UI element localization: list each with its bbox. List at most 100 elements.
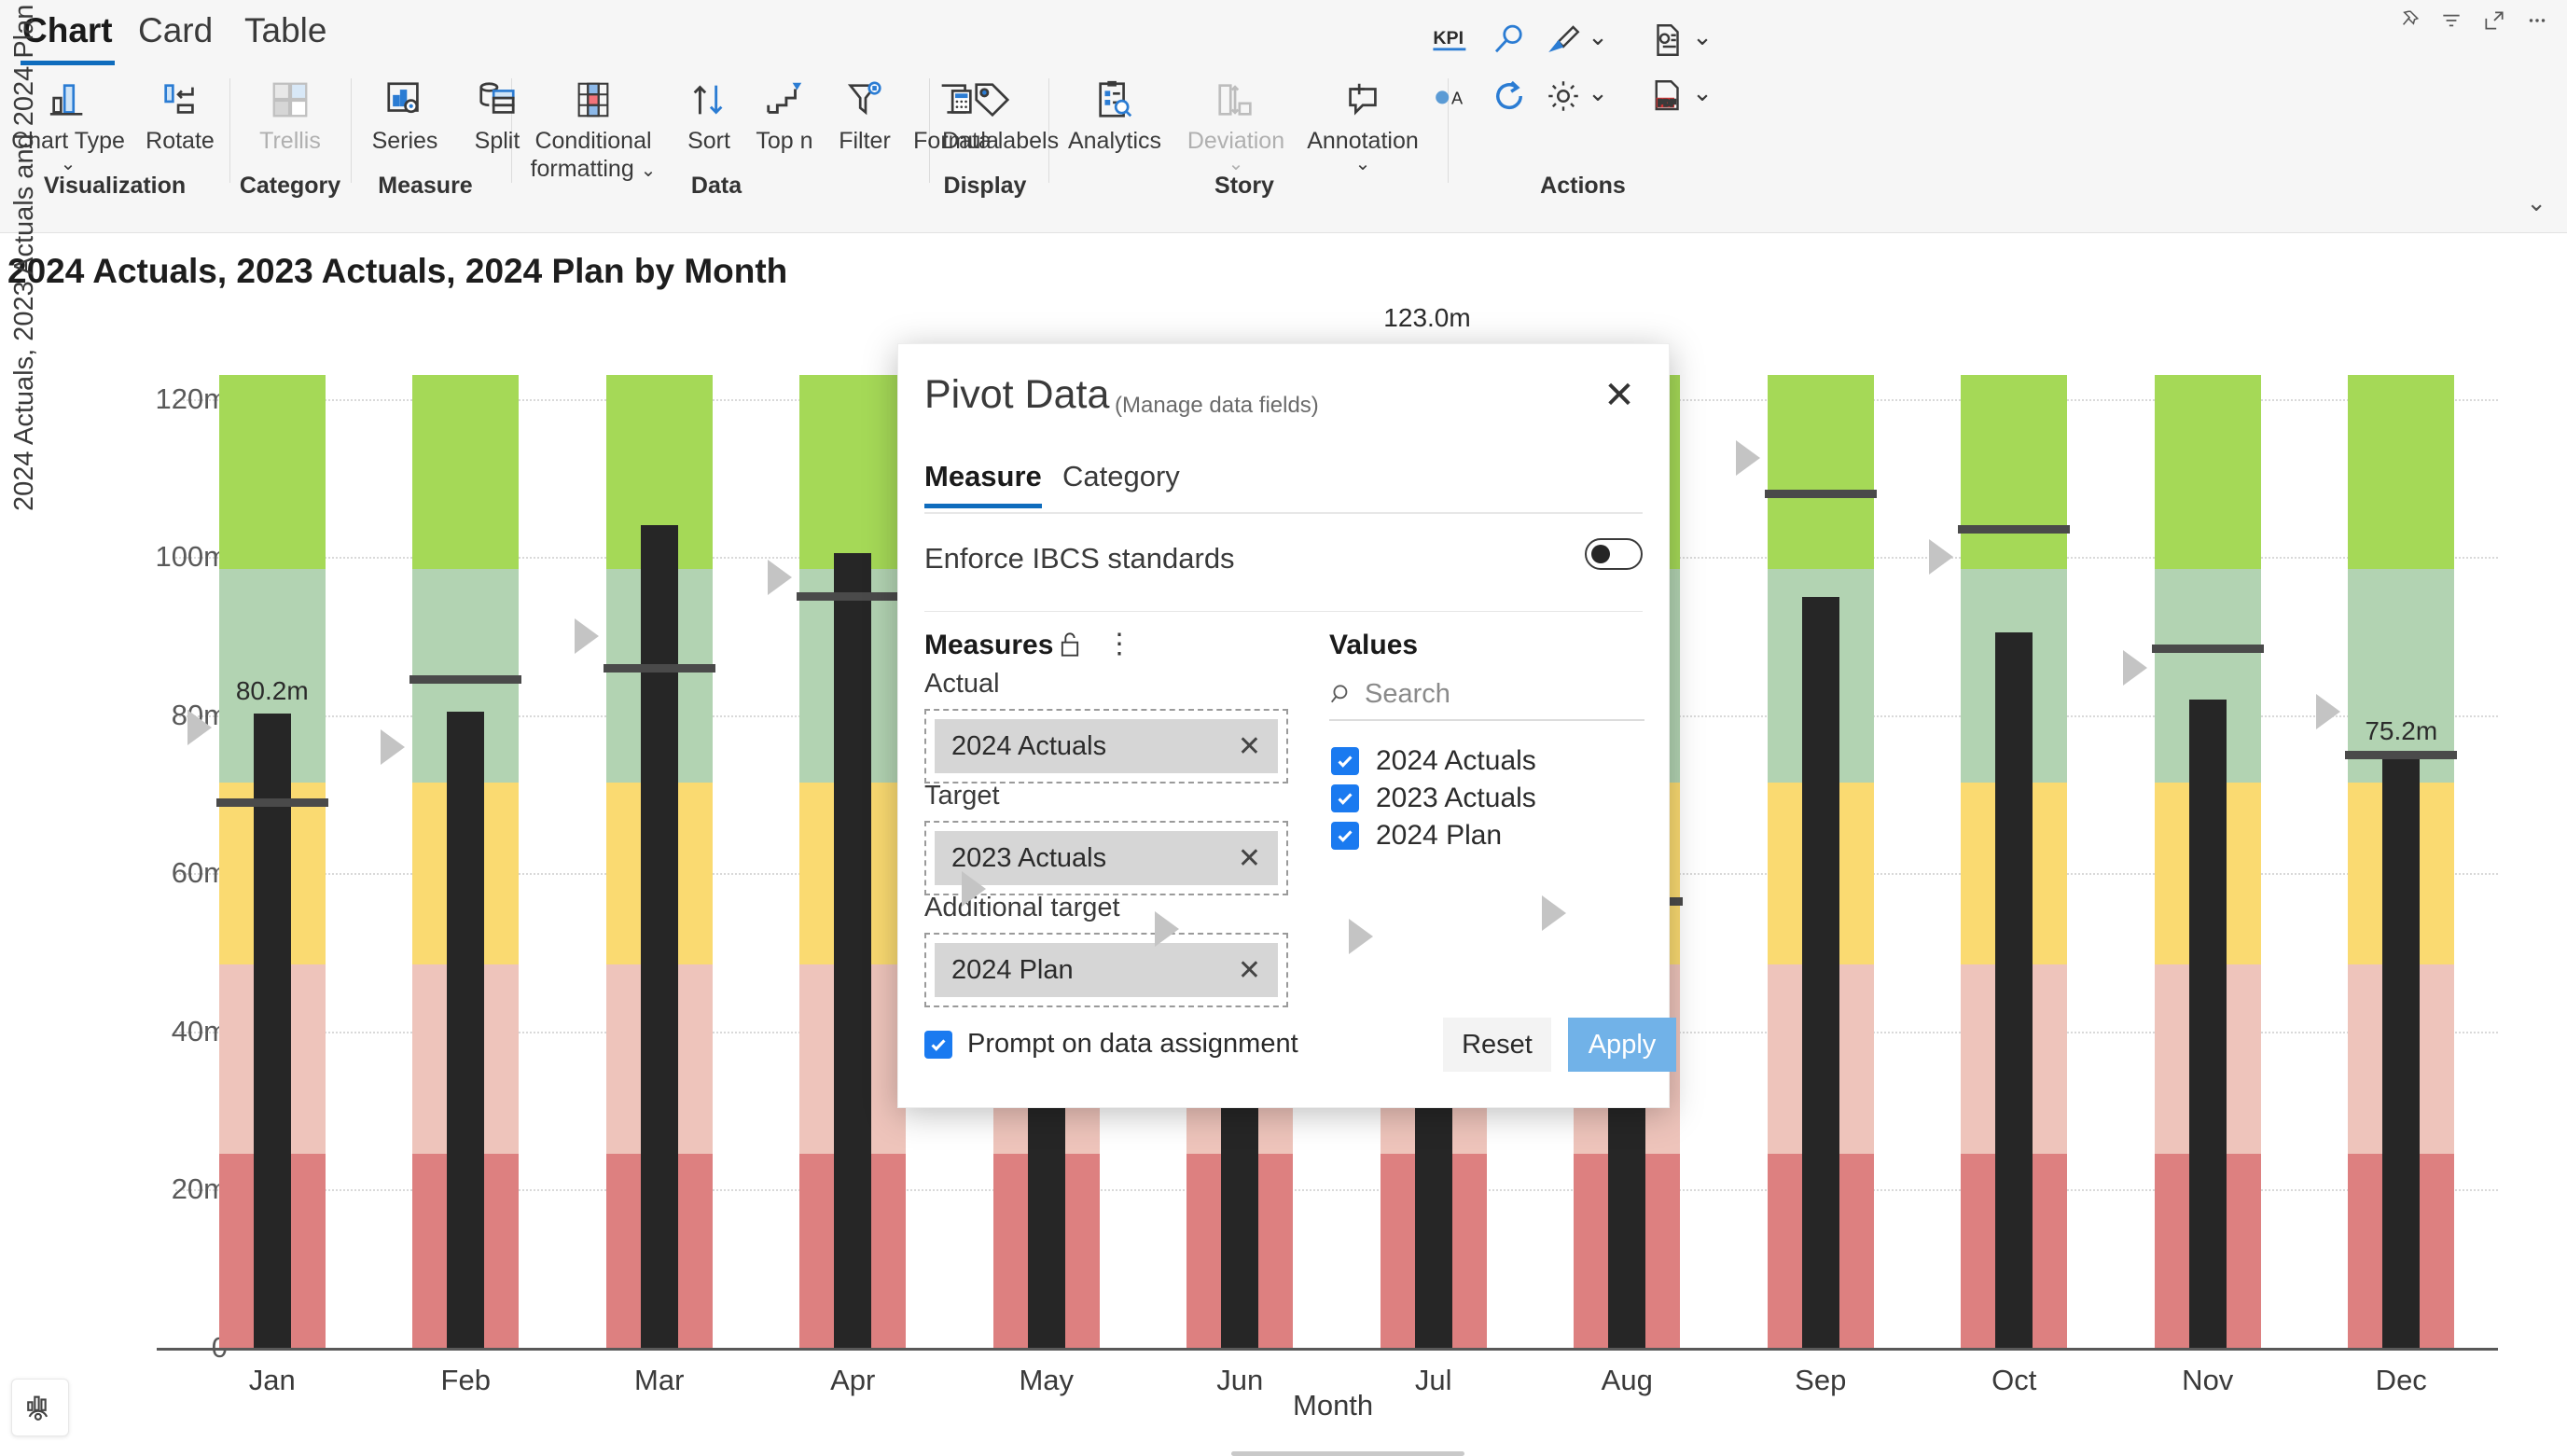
autotext-icon[interactable]: A: [1425, 73, 1478, 119]
additional-target-marker[interactable]: [1929, 539, 1954, 575]
chevron-down-icon[interactable]: ⌄: [1173, 155, 1298, 173]
band-green: [1961, 375, 2068, 570]
chart-column-sep[interactable]: [1764, 336, 1877, 1348]
kpi-icon[interactable]: KPI: [1425, 17, 1478, 63]
format-brush-icon[interactable]: [1537, 17, 1589, 63]
chart-column-jan[interactable]: [215, 336, 328, 1348]
chart-column-dec[interactable]: [2345, 336, 2458, 1348]
target-line[interactable]: [1764, 490, 1877, 499]
filter-lines-icon[interactable]: [2431, 2, 2472, 39]
additional-target-marker[interactable]: [961, 871, 986, 908]
target-line[interactable]: [2345, 751, 2458, 760]
additional-target-marker[interactable]: [187, 709, 212, 745]
dialog-tab-category[interactable]: Category: [1062, 460, 1180, 506]
doc-settings-icon[interactable]: [1642, 17, 1694, 63]
field-chip[interactable]: 2024 Plan ✕: [935, 943, 1278, 997]
target-line[interactable]: [2151, 644, 2264, 653]
chart-column-mar[interactable]: [603, 336, 715, 1348]
actual-bar[interactable]: [253, 714, 291, 1348]
series-button[interactable]: Series: [356, 73, 453, 155]
additional-target-marker[interactable]: [768, 559, 793, 595]
chevron-down-icon[interactable]: ⌄: [1297, 155, 1429, 173]
more-vertical-icon[interactable]: ⋮: [1105, 628, 1133, 660]
actual-bar[interactable]: [2382, 753, 2421, 1348]
actual-bar[interactable]: [1801, 596, 1839, 1348]
additional-target-marker[interactable]: [1348, 919, 1373, 955]
prompt-checkbox[interactable]: [924, 1030, 952, 1059]
dialog-tab-measure[interactable]: Measure: [924, 460, 1042, 508]
target-line[interactable]: [215, 797, 328, 807]
chevron-down-icon[interactable]: ⌄: [1584, 22, 1612, 51]
additional-target-marker[interactable]: [1542, 894, 1567, 931]
pdf-export-icon[interactable]: PDF: [1642, 73, 1694, 119]
target-line[interactable]: [1958, 525, 2071, 534]
field-dropzone[interactable]: 2024 Plan ✕: [924, 933, 1288, 1007]
chart-column-feb[interactable]: [409, 336, 522, 1348]
additional-target-marker[interactable]: [2316, 693, 2341, 729]
ribbon-group-label: Measure: [378, 173, 473, 199]
chevron-down-icon[interactable]: ⌄: [641, 160, 657, 181]
field-chip-label: 2023 Actuals: [951, 842, 1107, 873]
value-checkbox[interactable]: [1331, 747, 1359, 775]
ribbon-group-label: Display: [943, 173, 1027, 199]
target-line[interactable]: [603, 663, 715, 673]
search-icon: [1330, 685, 1348, 703]
apply-button[interactable]: Apply: [1568, 1018, 1676, 1072]
value-item[interactable]: 2024 Plan: [1331, 814, 1502, 857]
chart-column-nov[interactable]: [2151, 336, 2264, 1348]
actual-bar[interactable]: [834, 553, 872, 1348]
target-line[interactable]: [797, 592, 909, 602]
remove-field-icon[interactable]: ✕: [1238, 730, 1261, 763]
search-icon[interactable]: [1483, 17, 1535, 63]
rotate-button[interactable]: Rotate: [131, 73, 229, 155]
conditional-formatting-button[interactable]: Conditional formatting ⌄: [509, 73, 677, 185]
field-chip[interactable]: 2024 Actuals ✕: [935, 719, 1278, 773]
additional-target-marker[interactable]: [381, 728, 406, 765]
value-checkbox[interactable]: [1331, 784, 1359, 812]
enforce-ibcs-toggle[interactable]: [1585, 538, 1643, 570]
value-checkbox[interactable]: [1331, 822, 1359, 850]
top-n-button[interactable]: Top n: [744, 73, 825, 155]
data-labels-button[interactable]: Data labels: [942, 73, 1059, 155]
actual-bar[interactable]: [1995, 631, 2033, 1348]
refresh-icon[interactable]: [1483, 73, 1535, 119]
close-icon[interactable]: ✕: [1594, 370, 1644, 421]
chart-insight-icon[interactable]: [11, 1379, 69, 1436]
chart-column-oct[interactable]: [1958, 336, 2071, 1348]
unlock-icon[interactable]: [1057, 630, 1083, 664]
tab-table[interactable]: Table: [235, 7, 336, 54]
field-dropzone[interactable]: 2024 Actuals ✕: [924, 709, 1288, 783]
chevron-down-icon[interactable]: ⌄: [1584, 78, 1612, 107]
additional-target-marker[interactable]: [1735, 440, 1760, 477]
values-header: Values: [1329, 630, 1419, 660]
analytics-button[interactable]: Analytics: [1054, 73, 1175, 155]
pin-icon[interactable]: [2388, 2, 2429, 39]
horizontal-scrollbar[interactable]: [1231, 1451, 1464, 1456]
chart-column-apr[interactable]: [797, 336, 909, 1348]
target-line[interactable]: [409, 675, 522, 685]
search-input[interactable]: Search: [1329, 669, 1644, 721]
chevron-down-icon[interactable]: ⌄: [1688, 78, 1716, 107]
reset-button[interactable]: Reset: [1443, 1018, 1551, 1072]
additional-target-marker[interactable]: [2122, 650, 2147, 686]
collapse-ribbon-icon[interactable]: ⌄: [2526, 188, 2546, 217]
prompt-on-data-assignment-row[interactable]: Prompt on data assignment: [924, 1029, 1298, 1060]
filter-button[interactable]: Filter: [825, 73, 905, 155]
field-chip[interactable]: 2023 Actuals ✕: [935, 831, 1278, 885]
additional-target-marker[interactable]: [1155, 910, 1180, 947]
chevron-down-icon[interactable]: ⌄: [1688, 22, 1716, 51]
ribbon-item-label: Analytics: [1067, 128, 1162, 154]
actual-bar[interactable]: [2188, 699, 2227, 1348]
remove-field-icon[interactable]: ✕: [1238, 842, 1261, 875]
tab-card[interactable]: Card: [129, 7, 222, 54]
remove-field-icon[interactable]: ✕: [1238, 954, 1261, 987]
actual-bar[interactable]: [447, 712, 485, 1348]
sort-button[interactable]: Sort: [673, 73, 744, 155]
additional-target-marker[interactable]: [574, 618, 599, 655]
expand-icon[interactable]: [2474, 2, 2515, 39]
overflow-menu-icon[interactable]: [2517, 2, 2558, 39]
annotation-button[interactable]: Annotation ⌄: [1297, 73, 1429, 173]
actual-bar[interactable]: [640, 525, 678, 1348]
band-green: [412, 375, 520, 570]
settings-gear-icon[interactable]: [1537, 73, 1589, 119]
